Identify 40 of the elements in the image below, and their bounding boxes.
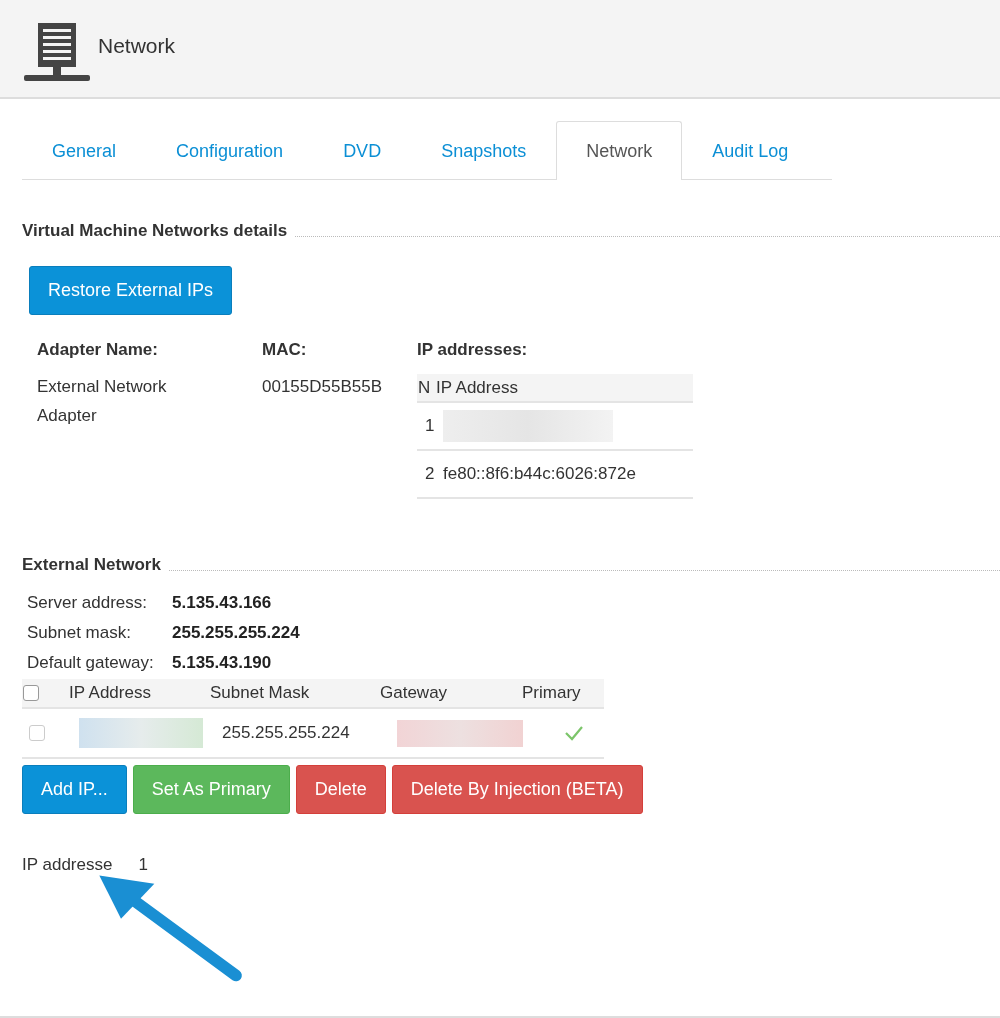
column-header: Gateway: [380, 683, 449, 703]
table-cell-text: 1: [424, 416, 436, 436]
column-header: Adapter Name:: [37, 340, 159, 361]
column-header: IP Address: [436, 377, 518, 398]
table-cell-text: 2: [424, 464, 436, 484]
tab[interactable]: Audit Log: [682, 121, 819, 180]
tab[interactable]: Snapshots: [411, 121, 557, 180]
tab[interactable]: General: [22, 121, 147, 180]
ip-count-label: IP addresse: [22, 855, 113, 875]
restore-button[interactable]: Restore External IPs: [29, 266, 233, 315]
column-header: Primary: [522, 683, 582, 703]
tab[interactable]: DVD: [313, 121, 412, 180]
tab[interactable]: Configuration: [146, 121, 314, 180]
section-title: Virtual Machine Networks details: [22, 221, 288, 241]
column-header: Subnet Mask: [210, 683, 311, 703]
checkbox[interactable]: [23, 685, 39, 701]
ip-count-value: 1: [138, 855, 148, 875]
field-label: Subnet mask:: [27, 623, 132, 643]
page-title: Network: [98, 33, 176, 58]
action-button[interactable]: Delete By Injection (BETA): [391, 765, 643, 814]
action-button[interactable]: Set As Primary: [132, 765, 290, 814]
field-value: 255.255.255.224: [172, 623, 301, 643]
column-header: IP Address: [68, 683, 152, 703]
column-header: N: [417, 377, 432, 398]
column-header: MAC:: [262, 340, 308, 361]
tab[interactable]: Network: [556, 121, 683, 180]
field-label: Default gateway:: [27, 653, 155, 673]
mac-address: 00155D55B55B: [262, 377, 383, 396]
checkbox[interactable]: [29, 725, 45, 741]
field-value: 5.135.43.190: [172, 653, 273, 673]
action-button[interactable]: Add IP...: [22, 765, 127, 814]
action-button[interactable]: Delete: [295, 765, 386, 814]
section-title: External Network: [22, 555, 161, 575]
server-icon: [24, 22, 90, 83]
field-value: 5.135.43.166: [172, 593, 273, 613]
adapter-name: External Network Adapter: [37, 376, 168, 427]
field-label: Server address:: [27, 593, 148, 613]
table-cell: fe80::8f6:b44c:6026:872e: [443, 464, 636, 484]
table-cell-text: 255.255.255.224: [221, 723, 351, 743]
column-header: IP addresses:: [417, 340, 529, 361]
